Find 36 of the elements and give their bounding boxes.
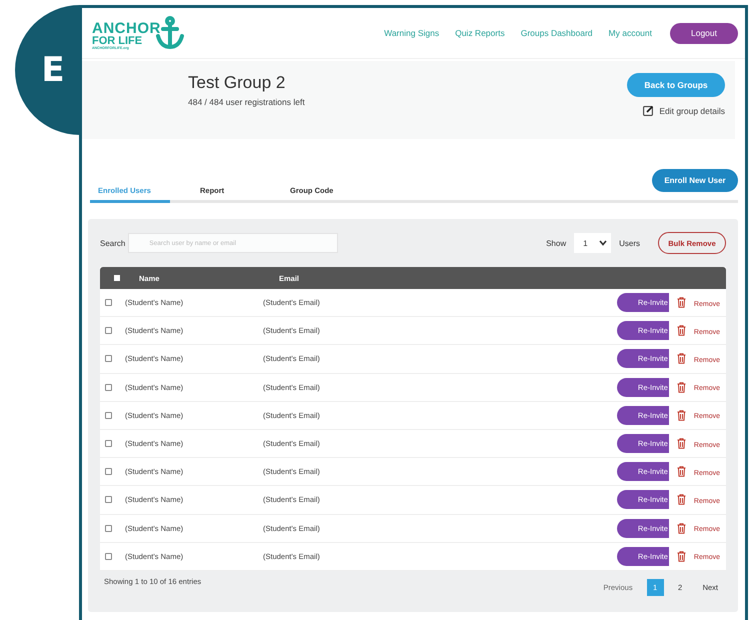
row-checkbox[interactable] [105,496,112,504]
trash-icon[interactable] [676,494,686,506]
trash-icon[interactable] [676,325,686,336]
row-checkbox[interactable] [105,384,112,391]
row-checkbox[interactable] [105,468,112,476]
trash-icon[interactable] [676,522,686,534]
row-checkbox[interactable] [105,412,112,419]
edit-icon [643,105,654,116]
trash-icon[interactable] [676,438,686,450]
trash-icon[interactable] [676,297,686,308]
trash-icon[interactable] [676,353,686,364]
row-checkbox[interactable] [105,299,112,306]
section-badge: E [15,5,81,135]
row-checkbox[interactable] [105,524,112,532]
trash-icon[interactable] [676,382,686,393]
page-size-select[interactable]: 1 [574,233,612,253]
trash-icon[interactable] [676,466,686,478]
chevron-down-icon [599,240,608,246]
enroll-new-user-button[interactable]: Enroll New User [652,169,738,192]
edit-group-link[interactable]: Edit group details [659,106,725,116]
trash-icon[interactable] [676,410,686,421]
users-label: Users [619,238,640,248]
row-checkbox[interactable] [105,440,112,448]
logo-text: FOR LIFE [92,36,144,46]
row-checkbox[interactable] [105,327,112,334]
nav-link[interactable]: Warning Signs [384,28,440,38]
logout-button[interactable]: Logout [670,22,738,44]
select-all-checkbox[interactable] [114,275,120,281]
trash-icon[interactable] [676,550,686,562]
group-title: Test Group 2 [188,73,286,93]
show-label: Show [546,238,566,248]
search-label: Search [100,238,126,248]
logo-text: ANCHOR [92,20,161,36]
row-checkbox[interactable] [105,355,112,362]
row-checkbox[interactable] [105,552,112,560]
registrations-left-text: 484 / 484 user registrations left [188,97,305,107]
